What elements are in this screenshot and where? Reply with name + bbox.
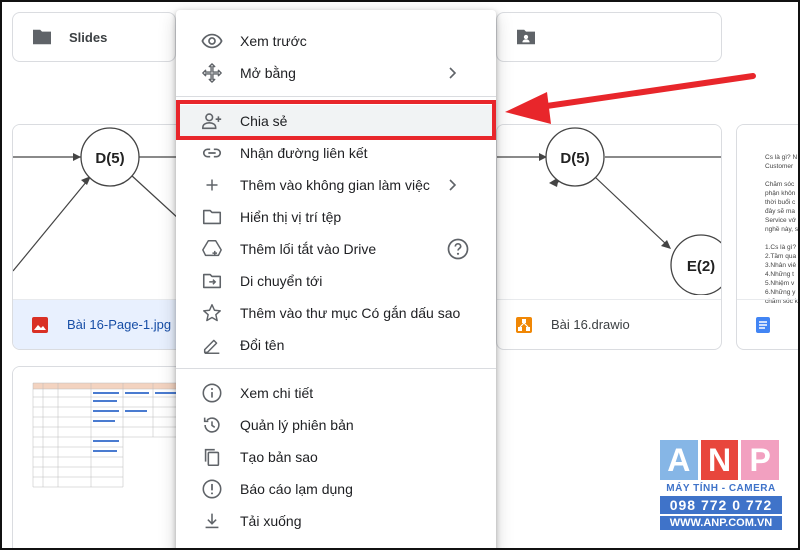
- watermark-letters: A N P: [660, 440, 782, 480]
- menu-divider: [176, 368, 496, 369]
- doc-preview-line: phận khôn: [765, 190, 796, 197]
- menu-item-label: Tải xuống: [240, 513, 302, 529]
- menu-item-share[interactable]: Chia sẻ: [176, 105, 496, 137]
- menu-item-label: Xem chi tiết: [240, 385, 314, 401]
- move-arrows-icon: [200, 61, 224, 85]
- menu-item-report-abuse[interactable]: Báo cáo lạm dụng: [176, 473, 496, 505]
- docs-file-icon: [756, 316, 770, 333]
- report-icon: [200, 477, 224, 501]
- context-menu: Xem trước Mở bằng Chia sẻ Nhận đường liê…: [176, 10, 496, 550]
- drive-shortcut-icon: [200, 237, 224, 261]
- menu-item-label: Mở bằng: [240, 65, 296, 81]
- chevron-right-icon: [449, 67, 457, 79]
- link-icon: [200, 141, 224, 165]
- menu-item-label: Tạo bản sao: [240, 449, 318, 465]
- file-footer: [737, 299, 800, 349]
- watermark-tagline: MÁY TÍNH - CAMERA: [666, 483, 776, 494]
- chevron-right-icon: [449, 179, 457, 191]
- menu-item-label: Chia sẻ: [240, 113, 288, 129]
- file-preview-diagram: D(5) E(2): [497, 125, 721, 296]
- file-name: Bài 16.drawio: [551, 317, 630, 332]
- diagram-node-label: D(5): [560, 150, 589, 167]
- file-card-drawio[interactable]: D(5) E(2) Bài 16.drawio: [496, 124, 722, 350]
- file-footer: Bài 16.drawio: [497, 299, 721, 349]
- menu-item-move-to[interactable]: Di chuyển tới: [176, 265, 496, 297]
- menu-item-label: Nhận đường liên kết: [240, 145, 368, 161]
- shared-folder-icon: [517, 29, 535, 45]
- folder-icon: [33, 29, 51, 45]
- doc-preview-line: 2.Tầm qua: [765, 253, 797, 260]
- help-icon[interactable]: [446, 237, 470, 261]
- download-icon: [200, 509, 224, 533]
- doc-preview-line: Chăm sóc: [765, 181, 795, 188]
- folder-name: Slides: [69, 29, 108, 45]
- menu-divider: [176, 96, 496, 97]
- anp-watermark-logo: A N P MÁY TÍNH - CAMERA 098 772 0 772 WW…: [660, 440, 782, 540]
- menu-item-get-link[interactable]: Nhận đường liên kết: [176, 137, 496, 169]
- doc-preview-line: Customer: [765, 163, 794, 170]
- menu-item-open-with[interactable]: Mở bằng: [176, 57, 496, 89]
- doc-preview-line: Service vớ: [765, 217, 796, 224]
- menu-item-label: Hiển thị vị trí tệp: [240, 209, 342, 225]
- watermark-letter: P: [741, 440, 780, 480]
- watermark-website: WWW.ANP.COM.VN: [660, 516, 782, 530]
- folder-card-shared[interactable]: [496, 12, 722, 62]
- menu-item-add-to-workspace[interactable]: Thêm vào không gian làm việc: [176, 169, 496, 201]
- menu-item-download[interactable]: Tải xuống: [176, 505, 496, 537]
- menu-item-manage-versions[interactable]: Quản lý phiên bản: [176, 409, 496, 441]
- diagram-node-label: D(5): [95, 150, 124, 167]
- menu-item-label: Quản lý phiên bản: [240, 417, 354, 433]
- drawio-file-icon: [516, 316, 532, 333]
- pencil-icon: [200, 333, 224, 357]
- menu-item-label: Thêm vào không gian làm việc: [240, 177, 430, 193]
- menu-item-rename[interactable]: Đổi tên: [176, 329, 496, 361]
- menu-item-view-details[interactable]: Xem chi tiết: [176, 377, 496, 409]
- folder-card-slides[interactable]: Slides: [12, 12, 176, 62]
- menu-item-label: Thêm lối tắt vào Drive: [240, 241, 377, 257]
- doc-preview-line: 5.Nhiệm v: [765, 280, 795, 287]
- menu-item-label: Báo cáo lạm dụng: [240, 481, 353, 497]
- folder-outline-icon: [200, 205, 224, 229]
- menu-item-add-to-starred[interactable]: Thêm vào thư mục Có gắn dấu sao: [176, 297, 496, 329]
- image-file-icon: [32, 316, 48, 333]
- menu-item-show-file-location[interactable]: Hiển thị vị trí tệp: [176, 201, 496, 233]
- doc-preview-line: nghề này, s: [765, 226, 799, 233]
- menu-item-label: Xem trước: [240, 33, 307, 49]
- file-card-docs[interactable]: Cs là gì? N Customer Chăm sóc phận khôn …: [736, 124, 800, 350]
- menu-item-add-shortcut[interactable]: Thêm lối tắt vào Drive: [176, 233, 496, 265]
- menu-item-preview[interactable]: Xem trước: [176, 25, 496, 57]
- doc-preview-line: đây sẽ ma: [765, 208, 795, 215]
- watermark-phone: 098 772 0 772: [660, 496, 782, 514]
- doc-preview-line: 1.Cs là gì?: [765, 244, 797, 251]
- menu-item-make-copy[interactable]: Tạo bản sao: [176, 441, 496, 473]
- history-icon: [200, 413, 224, 437]
- watermark-letter: N: [700, 440, 739, 480]
- file-name: Bài 16-Page-1.jpg: [67, 317, 172, 332]
- file-preview-document: Cs là gì? N Customer Chăm sóc phận khôn …: [737, 125, 800, 305]
- annotation-arrow-icon: [505, 73, 756, 124]
- doc-preview-line: 3.Nhân viê: [765, 262, 797, 269]
- star-icon: [200, 301, 224, 325]
- doc-preview-line: thời buổi c: [765, 199, 796, 206]
- person-add-icon: [200, 109, 224, 133]
- doc-preview-line: Cs là gì? N: [765, 154, 798, 161]
- menu-item-label: Thêm vào thư mục Có gắn dấu sao: [240, 305, 461, 321]
- plus-icon: [200, 173, 224, 197]
- diagram-node-label: E(2): [687, 258, 715, 275]
- copy-icon: [200, 445, 224, 469]
- doc-preview-line: 6.Những y: [765, 289, 796, 296]
- eye-icon: [200, 29, 224, 53]
- watermark-letter: A: [660, 440, 698, 480]
- folder-move-icon: [200, 269, 224, 293]
- menu-item-label: Di chuyển tới: [240, 273, 323, 289]
- doc-preview-line: 4.Những t: [765, 271, 794, 278]
- menu-item-label: Đổi tên: [240, 337, 285, 353]
- info-icon: [200, 381, 224, 405]
